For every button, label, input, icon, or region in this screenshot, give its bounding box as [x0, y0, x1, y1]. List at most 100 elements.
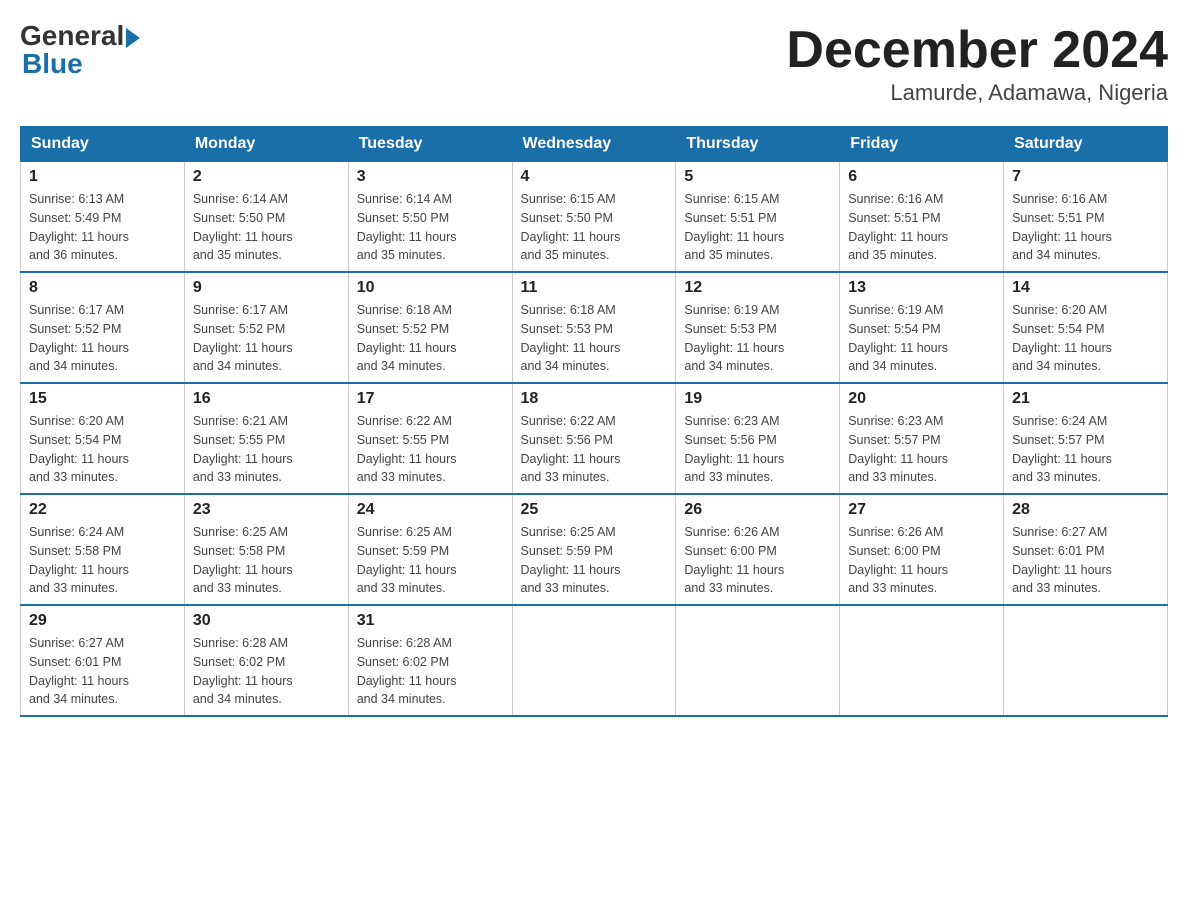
calendar-cell: 10 Sunrise: 6:18 AM Sunset: 5:52 PM Dayl…	[348, 272, 512, 383]
day-number: 29	[29, 612, 176, 630]
calendar-cell: 23 Sunrise: 6:25 AM Sunset: 5:58 PM Dayl…	[184, 494, 348, 605]
weekday-header-tuesday: Tuesday	[348, 127, 512, 162]
day-info: Sunrise: 6:25 AM Sunset: 5:59 PM Dayligh…	[357, 523, 504, 598]
weekday-header-monday: Monday	[184, 127, 348, 162]
calendar-cell: 8 Sunrise: 6:17 AM Sunset: 5:52 PM Dayli…	[21, 272, 185, 383]
week-row-4: 22 Sunrise: 6:24 AM Sunset: 5:58 PM Dayl…	[21, 494, 1168, 605]
location: Lamurde, Adamawa, Nigeria	[786, 80, 1168, 106]
day-number: 4	[521, 168, 668, 186]
day-number: 3	[357, 168, 504, 186]
day-number: 12	[684, 279, 831, 297]
calendar-cell: 14 Sunrise: 6:20 AM Sunset: 5:54 PM Dayl…	[1004, 272, 1168, 383]
day-info: Sunrise: 6:20 AM Sunset: 5:54 PM Dayligh…	[1012, 301, 1159, 376]
day-info: Sunrise: 6:26 AM Sunset: 6:00 PM Dayligh…	[684, 523, 831, 598]
logo-arrow-icon	[126, 28, 140, 48]
calendar-cell: 30 Sunrise: 6:28 AM Sunset: 6:02 PM Dayl…	[184, 605, 348, 716]
day-number: 25	[521, 501, 668, 519]
day-number: 27	[848, 501, 995, 519]
calendar-cell	[676, 605, 840, 716]
day-number: 6	[848, 168, 995, 186]
calendar-cell: 2 Sunrise: 6:14 AM Sunset: 5:50 PM Dayli…	[184, 162, 348, 273]
day-number: 21	[1012, 390, 1159, 408]
day-number: 24	[357, 501, 504, 519]
calendar-body: 1 Sunrise: 6:13 AM Sunset: 5:49 PM Dayli…	[21, 162, 1168, 717]
day-info: Sunrise: 6:23 AM Sunset: 5:56 PM Dayligh…	[684, 412, 831, 487]
calendar-cell: 16 Sunrise: 6:21 AM Sunset: 5:55 PM Dayl…	[184, 383, 348, 494]
calendar-cell: 19 Sunrise: 6:23 AM Sunset: 5:56 PM Dayl…	[676, 383, 840, 494]
day-info: Sunrise: 6:26 AM Sunset: 6:00 PM Dayligh…	[848, 523, 995, 598]
day-number: 5	[684, 168, 831, 186]
calendar-cell: 7 Sunrise: 6:16 AM Sunset: 5:51 PM Dayli…	[1004, 162, 1168, 273]
weekday-row: SundayMondayTuesdayWednesdayThursdayFrid…	[21, 127, 1168, 162]
day-info: Sunrise: 6:22 AM Sunset: 5:56 PM Dayligh…	[521, 412, 668, 487]
day-number: 11	[521, 279, 668, 297]
day-number: 14	[1012, 279, 1159, 297]
day-number: 17	[357, 390, 504, 408]
logo: General Blue	[20, 20, 140, 80]
calendar-cell: 20 Sunrise: 6:23 AM Sunset: 5:57 PM Dayl…	[840, 383, 1004, 494]
day-info: Sunrise: 6:25 AM Sunset: 5:58 PM Dayligh…	[193, 523, 340, 598]
day-info: Sunrise: 6:17 AM Sunset: 5:52 PM Dayligh…	[193, 301, 340, 376]
day-info: Sunrise: 6:22 AM Sunset: 5:55 PM Dayligh…	[357, 412, 504, 487]
calendar-cell: 28 Sunrise: 6:27 AM Sunset: 6:01 PM Dayl…	[1004, 494, 1168, 605]
week-row-5: 29 Sunrise: 6:27 AM Sunset: 6:01 PM Dayl…	[21, 605, 1168, 716]
day-info: Sunrise: 6:24 AM Sunset: 5:57 PM Dayligh…	[1012, 412, 1159, 487]
day-number: 10	[357, 279, 504, 297]
calendar-cell: 25 Sunrise: 6:25 AM Sunset: 5:59 PM Dayl…	[512, 494, 676, 605]
day-number: 28	[1012, 501, 1159, 519]
day-number: 13	[848, 279, 995, 297]
week-row-3: 15 Sunrise: 6:20 AM Sunset: 5:54 PM Dayl…	[21, 383, 1168, 494]
calendar-cell: 26 Sunrise: 6:26 AM Sunset: 6:00 PM Dayl…	[676, 494, 840, 605]
calendar-cell: 27 Sunrise: 6:26 AM Sunset: 6:00 PM Dayl…	[840, 494, 1004, 605]
calendar-cell: 29 Sunrise: 6:27 AM Sunset: 6:01 PM Dayl…	[21, 605, 185, 716]
day-number: 19	[684, 390, 831, 408]
day-number: 23	[193, 501, 340, 519]
weekday-header-thursday: Thursday	[676, 127, 840, 162]
day-info: Sunrise: 6:21 AM Sunset: 5:55 PM Dayligh…	[193, 412, 340, 487]
day-info: Sunrise: 6:13 AM Sunset: 5:49 PM Dayligh…	[29, 190, 176, 265]
day-info: Sunrise: 6:16 AM Sunset: 5:51 PM Dayligh…	[1012, 190, 1159, 265]
calendar-cell: 24 Sunrise: 6:25 AM Sunset: 5:59 PM Dayl…	[348, 494, 512, 605]
day-info: Sunrise: 6:27 AM Sunset: 6:01 PM Dayligh…	[1012, 523, 1159, 598]
logo-blue-text: Blue	[20, 48, 83, 80]
calendar-cell	[840, 605, 1004, 716]
day-info: Sunrise: 6:24 AM Sunset: 5:58 PM Dayligh…	[29, 523, 176, 598]
day-info: Sunrise: 6:28 AM Sunset: 6:02 PM Dayligh…	[357, 634, 504, 709]
day-number: 18	[521, 390, 668, 408]
day-number: 20	[848, 390, 995, 408]
weekday-header-wednesday: Wednesday	[512, 127, 676, 162]
day-number: 30	[193, 612, 340, 630]
calendar-cell: 12 Sunrise: 6:19 AM Sunset: 5:53 PM Dayl…	[676, 272, 840, 383]
calendar-header: SundayMondayTuesdayWednesdayThursdayFrid…	[21, 127, 1168, 162]
calendar-cell: 1 Sunrise: 6:13 AM Sunset: 5:49 PM Dayli…	[21, 162, 185, 273]
calendar-cell: 4 Sunrise: 6:15 AM Sunset: 5:50 PM Dayli…	[512, 162, 676, 273]
calendar-cell: 21 Sunrise: 6:24 AM Sunset: 5:57 PM Dayl…	[1004, 383, 1168, 494]
calendar-cell: 6 Sunrise: 6:16 AM Sunset: 5:51 PM Dayli…	[840, 162, 1004, 273]
day-info: Sunrise: 6:19 AM Sunset: 5:53 PM Dayligh…	[684, 301, 831, 376]
weekday-header-saturday: Saturday	[1004, 127, 1168, 162]
day-info: Sunrise: 6:16 AM Sunset: 5:51 PM Dayligh…	[848, 190, 995, 265]
day-number: 8	[29, 279, 176, 297]
day-info: Sunrise: 6:19 AM Sunset: 5:54 PM Dayligh…	[848, 301, 995, 376]
day-number: 15	[29, 390, 176, 408]
title-area: December 2024 Lamurde, Adamawa, Nigeria	[786, 20, 1168, 106]
calendar-cell: 17 Sunrise: 6:22 AM Sunset: 5:55 PM Dayl…	[348, 383, 512, 494]
weekday-header-friday: Friday	[840, 127, 1004, 162]
day-info: Sunrise: 6:15 AM Sunset: 5:50 PM Dayligh…	[521, 190, 668, 265]
calendar-cell: 22 Sunrise: 6:24 AM Sunset: 5:58 PM Dayl…	[21, 494, 185, 605]
calendar-cell: 18 Sunrise: 6:22 AM Sunset: 5:56 PM Dayl…	[512, 383, 676, 494]
day-number: 22	[29, 501, 176, 519]
calendar-cell: 3 Sunrise: 6:14 AM Sunset: 5:50 PM Dayli…	[348, 162, 512, 273]
day-number: 7	[1012, 168, 1159, 186]
calendar-cell: 15 Sunrise: 6:20 AM Sunset: 5:54 PM Dayl…	[21, 383, 185, 494]
calendar-cell: 31 Sunrise: 6:28 AM Sunset: 6:02 PM Dayl…	[348, 605, 512, 716]
week-row-2: 8 Sunrise: 6:17 AM Sunset: 5:52 PM Dayli…	[21, 272, 1168, 383]
weekday-header-sunday: Sunday	[21, 127, 185, 162]
calendar-table: SundayMondayTuesdayWednesdayThursdayFrid…	[20, 126, 1168, 717]
calendar-cell: 9 Sunrise: 6:17 AM Sunset: 5:52 PM Dayli…	[184, 272, 348, 383]
calendar-cell: 11 Sunrise: 6:18 AM Sunset: 5:53 PM Dayl…	[512, 272, 676, 383]
day-info: Sunrise: 6:14 AM Sunset: 5:50 PM Dayligh…	[357, 190, 504, 265]
day-number: 26	[684, 501, 831, 519]
page-header: General Blue December 2024 Lamurde, Adam…	[20, 20, 1168, 106]
week-row-1: 1 Sunrise: 6:13 AM Sunset: 5:49 PM Dayli…	[21, 162, 1168, 273]
